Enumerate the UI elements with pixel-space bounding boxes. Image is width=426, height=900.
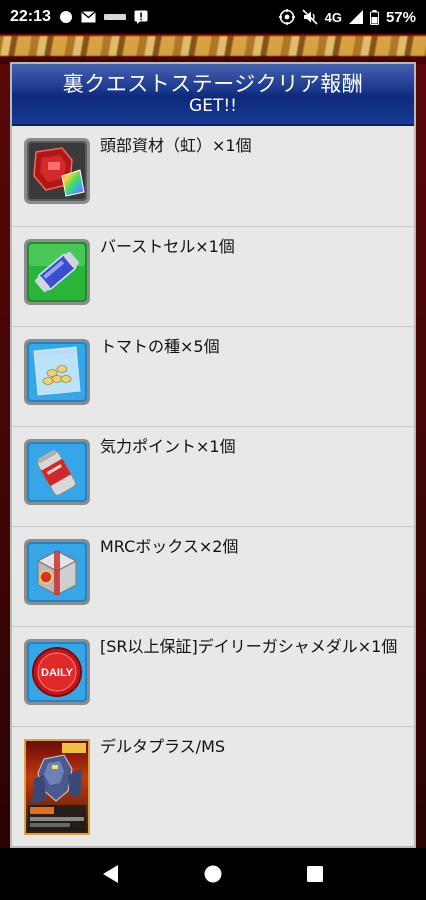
status-time: 22:13	[10, 8, 51, 25]
dialog-subtitle: GET!!	[189, 96, 237, 116]
tomato-seeds-icon	[24, 339, 90, 405]
reward-item: トマトの種×5個	[12, 326, 414, 426]
burst-cell-icon	[24, 239, 90, 305]
reward-item: デルタプラス/MS	[12, 726, 414, 846]
reward-label: デルタプラス/MS	[100, 737, 226, 756]
battery-icon	[369, 9, 379, 25]
navigation-bar	[0, 848, 426, 900]
signal-icon	[348, 10, 363, 24]
battery-percent: 57%	[385, 8, 416, 26]
network-type: 4G	[324, 9, 342, 25]
recents-icon[interactable]	[295, 854, 335, 894]
status-bar: 22:13 4G 57%	[0, 0, 426, 34]
reward-item: DAILY [SR以上保証]デイリーガシャメダル×1個	[12, 626, 414, 726]
reward-item: 頭部資材（虹）×1個	[12, 126, 414, 226]
reward-item: バーストセル×1個	[12, 226, 414, 326]
alert-icon	[134, 10, 148, 24]
circle-dot-icon	[59, 10, 73, 24]
reward-label: 気力ポイント×1個	[100, 437, 236, 456]
reward-label: バーストセル×1個	[100, 237, 235, 256]
app-notification-icon	[103, 11, 126, 23]
medal-text: DAILY	[41, 667, 74, 679]
reward-label: [SR以上保証]デイリーガシャメダル×1個	[100, 637, 398, 656]
background-banner	[0, 34, 426, 64]
reward-item: 気力ポイント×1個	[12, 426, 414, 526]
reward-label: 頭部資材（虹）×1個	[100, 136, 252, 155]
back-icon[interactable]	[91, 854, 131, 894]
reward-list: 頭部資材（虹）×1個 バーストセル×1個 トマトの種×5個 気力ポイント×1個 …	[12, 126, 414, 846]
reward-label: トマトの種×5個	[100, 337, 220, 356]
mail-icon	[80, 11, 96, 23]
reward-label: MRCボックス×2個	[100, 537, 239, 556]
mute-icon	[302, 9, 318, 25]
mrc-box-icon	[24, 539, 90, 605]
daily-medal-icon: DAILY	[24, 639, 90, 705]
home-icon[interactable]	[193, 854, 233, 894]
reward-dialog: 裏クエストステージクリア報酬 GET!! 頭部資材（虹）×1個 バーストセル×1…	[10, 62, 416, 848]
dialog-header: 裏クエストステージクリア報酬 GET!!	[12, 64, 414, 126]
location-icon	[278, 9, 295, 25]
delta-plus-card-icon	[24, 739, 90, 835]
head-material-rainbow-icon	[24, 138, 90, 204]
energy-drink-icon	[24, 439, 90, 505]
reward-item: MRCボックス×2個	[12, 526, 414, 626]
dialog-title: 裏クエストステージクリア報酬	[62, 72, 364, 96]
